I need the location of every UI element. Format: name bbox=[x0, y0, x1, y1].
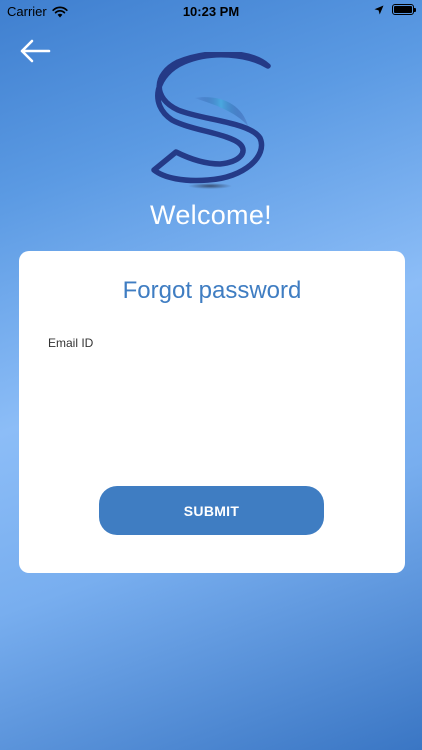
welcome-heading: Welcome! bbox=[150, 200, 272, 230]
status-right bbox=[374, 4, 416, 15]
submit-button[interactable]: SUBMIT bbox=[99, 486, 324, 535]
status-time: 10:23 PM bbox=[182, 4, 240, 19]
battery-fill bbox=[394, 6, 412, 13]
forgot-password-card: Forgot password Email ID SUBMIT bbox=[19, 251, 405, 573]
back-button[interactable] bbox=[18, 38, 52, 64]
app-logo bbox=[150, 50, 274, 192]
battery-icon bbox=[392, 4, 416, 15]
status-bar: Carrier 10:23 PM bbox=[0, 0, 422, 22]
s-logo-icon bbox=[151, 50, 271, 189]
card-title: Forgot password bbox=[122, 277, 302, 304]
location-arrow-icon bbox=[374, 5, 384, 14]
email-input[interactable] bbox=[48, 355, 376, 385]
email-label: Email ID bbox=[48, 336, 94, 350]
arrow-left-icon bbox=[20, 39, 51, 63]
